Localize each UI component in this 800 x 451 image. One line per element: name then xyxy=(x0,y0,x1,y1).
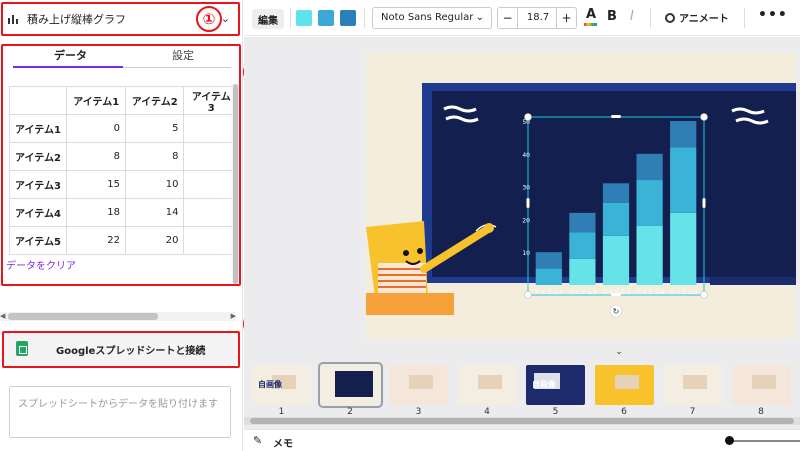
page-thumbnail[interactable] xyxy=(731,365,791,405)
thumbnail-preview-block xyxy=(614,375,639,389)
resize-handle xyxy=(524,113,532,121)
thumbnail-preview-block xyxy=(683,375,707,389)
resize-handle xyxy=(611,293,621,296)
thumbnail-title: 自画像 xyxy=(532,380,556,389)
memo-icon[interactable]: ✎ xyxy=(253,434,262,447)
zoom-slider[interactable] xyxy=(728,440,800,442)
chart-bar-segment xyxy=(636,153,663,181)
color-swatch-2[interactable] xyxy=(318,10,334,26)
chart-bar-segment xyxy=(636,180,663,226)
page-number: 4 xyxy=(484,407,490,417)
highlight-box-2 xyxy=(1,44,241,286)
page-number: 8 xyxy=(758,407,764,417)
page-number: 1 xyxy=(278,407,285,417)
bold-icon[interactable]: B xyxy=(607,9,617,24)
y-tick-label: 10 xyxy=(522,250,530,257)
y-tick-label: 20 xyxy=(522,217,530,224)
page-thumbnail[interactable] xyxy=(317,362,383,408)
chart-bar-segment xyxy=(569,232,596,259)
page-thumbnail[interactable] xyxy=(663,365,722,405)
chart-bar-segment xyxy=(602,183,630,203)
chart-bar-segment xyxy=(670,147,697,213)
page-number: 3 xyxy=(415,407,422,417)
decrease-font-size-button[interactable]: − xyxy=(498,8,518,28)
animate-label: アニメート xyxy=(679,14,729,25)
animate-icon xyxy=(665,13,675,23)
toolbar-divider xyxy=(650,8,651,28)
text-color-glyph: A xyxy=(586,7,597,22)
resize-handle xyxy=(700,113,708,121)
scrollbar-thumb[interactable] xyxy=(8,313,158,320)
chart-bar-segment xyxy=(670,121,697,148)
chart-bar-segment xyxy=(670,212,697,285)
page-number: 2 xyxy=(347,407,353,417)
thumbnail-preview-block xyxy=(477,375,502,389)
resize-handle xyxy=(700,291,708,299)
chevron-down-icon[interactable]: ⌄ xyxy=(604,347,634,359)
more-options-button[interactable]: ••• xyxy=(758,7,788,23)
page-thumbnail[interactable] xyxy=(457,365,517,405)
chart-data-panel: 積み上げ縦棒グラフ ⌄ データ 設定 アイテム1 アイテム2 アイテム3 アイテ… xyxy=(0,0,269,451)
chart-bar-segment xyxy=(602,235,630,285)
toolbar-divider xyxy=(744,8,745,28)
thumbnail-preview-block xyxy=(409,375,433,389)
design-editor: 積み上げ縦棒グラフ ⌄ データ 設定 アイテム1 アイテム2 アイテム3 アイテ… xyxy=(0,0,800,451)
paste-data-textarea[interactable]: スプレッドシートからデータを貼り付けます xyxy=(9,386,231,438)
animate-button[interactable]: アニメート xyxy=(665,10,729,25)
color-swatch-3[interactable] xyxy=(340,10,356,26)
page-thumbnail[interactable]: 自画像 xyxy=(526,365,585,405)
page-thumbnail[interactable] xyxy=(594,365,654,405)
font-family-select[interactable]: Noto Sans Regular ⌄ xyxy=(372,7,492,29)
toolbar-divider xyxy=(364,8,365,28)
rotate-icon-glyph: ↻ xyxy=(613,307,620,316)
resize-handle xyxy=(611,115,621,118)
chart-bar-segment xyxy=(535,252,562,269)
thumbnail-chart-preview xyxy=(334,371,373,397)
scrollbar-thumb[interactable] xyxy=(250,418,794,424)
resize-handle xyxy=(526,198,530,208)
canvas-area: 0 10 20 30 40 50 アイテム1 アイテム2 アイテム3 アイテム4 アイテム5 ↻ xyxy=(244,37,800,347)
font-size-stepper[interactable]: − 18.7 + xyxy=(497,7,577,29)
page-filmstrip: ⌄ 自画像 1 2 3 4 自画像 5 6 7 8 xyxy=(244,347,800,429)
zoom-slider-handle[interactable] xyxy=(725,436,734,445)
increase-font-size-button[interactable]: + xyxy=(556,8,576,28)
page-number: 5 xyxy=(552,407,559,417)
chevron-down-icon: ⌄ xyxy=(475,12,484,23)
thumbnail-preview-block xyxy=(751,375,776,389)
color-swatch-1[interactable] xyxy=(296,10,312,26)
edit-button[interactable]: 編集 xyxy=(252,9,284,29)
page-number: 7 xyxy=(689,407,696,417)
scroll-left-icon[interactable]: ◀ xyxy=(0,312,5,320)
font-size-value[interactable]: 18.7 xyxy=(518,8,558,28)
design-page[interactable]: 0 10 20 30 40 50 アイテム1 アイテム2 アイテム3 アイテム4 アイテム5 ↻ xyxy=(366,53,796,339)
toolbar-divider xyxy=(290,8,291,28)
highlight-box-3 xyxy=(2,331,240,368)
thumbnail-title: 自画像 xyxy=(258,380,282,389)
page-number: 6 xyxy=(621,407,627,417)
resize-handle xyxy=(702,198,706,208)
filmstrip-scrollbar[interactable] xyxy=(244,417,800,425)
paste-data-placeholder: スプレッドシートからデータを貼り付けます xyxy=(18,399,218,410)
table-horizontal-scrollbar[interactable]: ◀ ▶ xyxy=(0,312,236,321)
stacked-bar-chart[interactable]: 01020304050アイテム1 アイテム2 アイテム3 アイテム4 アイテム5↻ xyxy=(366,53,796,339)
editor-footer: ✎ メモ xyxy=(244,429,800,451)
chart-bar-segment xyxy=(535,268,562,285)
chart-bar-segment xyxy=(569,212,596,233)
font-family-label: Noto Sans Regular xyxy=(381,12,474,23)
resize-handle xyxy=(524,291,532,299)
text-color-bar xyxy=(584,23,597,26)
annotation-1: ① xyxy=(196,6,222,32)
memo-button[interactable]: メモ xyxy=(273,435,293,450)
chart-bar-segment xyxy=(636,225,663,285)
chart-bar-segment xyxy=(569,258,596,285)
chart-bar-segment xyxy=(602,203,630,236)
scroll-right-icon[interactable]: ▶ xyxy=(231,312,236,320)
y-tick-label: 40 xyxy=(522,152,530,159)
italic-icon[interactable]: I xyxy=(630,9,634,24)
page-thumbnail[interactable] xyxy=(389,365,448,405)
editor-toolbar: 編集 Noto Sans Regular ⌄ − 18.7 + A B I アニ… xyxy=(244,0,800,36)
y-tick-label: 30 xyxy=(522,185,530,192)
page-thumbnail[interactable]: 自画像 xyxy=(252,365,311,405)
text-color-icon[interactable]: A xyxy=(584,7,597,26)
